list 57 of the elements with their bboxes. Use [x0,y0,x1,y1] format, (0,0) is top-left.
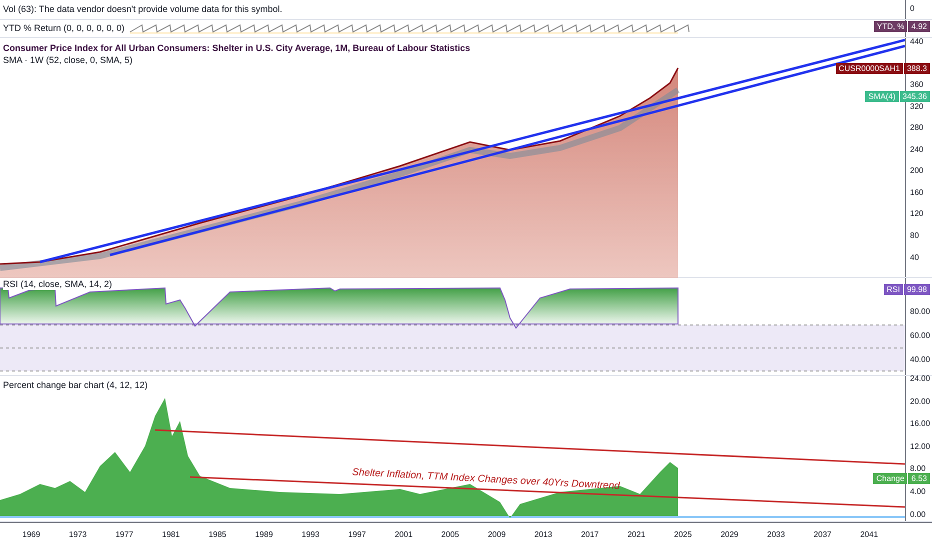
axis-label: 80 [910,231,919,242]
indicator-legend: RSI (14, close, SMA, 14, 2) [3,279,112,290]
axis-label: 160 [910,188,924,198]
price-tag: 6.53 [908,473,930,484]
axis-label: 1997 [347,528,367,540]
volume-legend: Vol (63): The data vendor doesn't provide volume data for this symbol. [3,4,282,15]
chart-title: Consumer Price Index for All Urban Consumers: Shelter in U.S. City Average, 1M, Bureau of Labour Statistics [3,43,470,54]
axis-label: 60.00 [910,331,930,341]
indicator-legend: YTD % Return (0, 0, 0, 0, 0, 0) [3,23,125,34]
axis-label: 1989 [254,528,274,540]
indicator-legend: Percent change bar chart (4, 12, 12) [3,380,148,391]
axis-label: 1981 [161,528,181,540]
axis-label: 200 [910,166,924,176]
axis-label: 2021 [626,528,646,540]
axis-label: 2005 [440,528,460,540]
axis-label: 2017 [580,528,600,540]
axis-label: 8.00 [910,464,926,474]
price-tag: 4.92 [908,21,930,32]
axis-label: 40.00 [910,355,930,365]
series-label: Change [873,473,908,484]
axis-label: 24.00 [910,374,930,384]
axis-label: 20.00 [910,396,930,407]
axis-label: 2029 [720,528,740,540]
axis-label: 2033 [766,528,786,540]
axis-label: 360 [910,80,924,90]
axis-label: 1993 [300,528,320,540]
axis-label: 2009 [486,528,507,540]
axis-label: 12.00 [910,442,930,452]
axis-label: 240 [910,144,924,155]
axis-label: 280 [910,123,924,134]
series-label: RSI [884,284,903,295]
axis-label: 2037 [812,528,832,540]
axis-label: 2001 [394,528,414,540]
series-label: CUSR0000SAH1 [836,63,903,74]
axis-label: 0.00 [910,510,926,520]
axis-label: 1977 [114,528,134,540]
price-tag: 388.3 [904,63,930,74]
axis-label: 320 [910,102,924,112]
indicator-legend: SMA · 1W (52, close, 0, SMA, 5) [3,55,133,66]
series-label: YTD, % [874,21,908,32]
axis-label: 16.00 [910,419,930,430]
axis-label: 80.00 [910,307,930,317]
price-tag: 345.36 [900,91,930,102]
series-label: SMA(4) [865,91,899,102]
axis-label: 4.00 [910,487,926,497]
annotation-text: Shelter Inflation, TTM Index Changes over 40Yrs Downtrend [352,466,620,494]
axis-label: 2025 [673,528,693,540]
axis-label: 120 [910,209,924,220]
axis-label: 40 [910,252,919,263]
price-tag: 99.98 [904,284,930,295]
axis-label: 1969 [21,528,42,540]
axis-label: 2041 [859,528,880,540]
axis-label: 0 [910,4,914,14]
axis-label: 1985 [208,528,228,540]
axis-label: 2013 [533,528,554,540]
axis-label: 1973 [68,528,88,540]
axis-label: 440 [910,37,924,47]
